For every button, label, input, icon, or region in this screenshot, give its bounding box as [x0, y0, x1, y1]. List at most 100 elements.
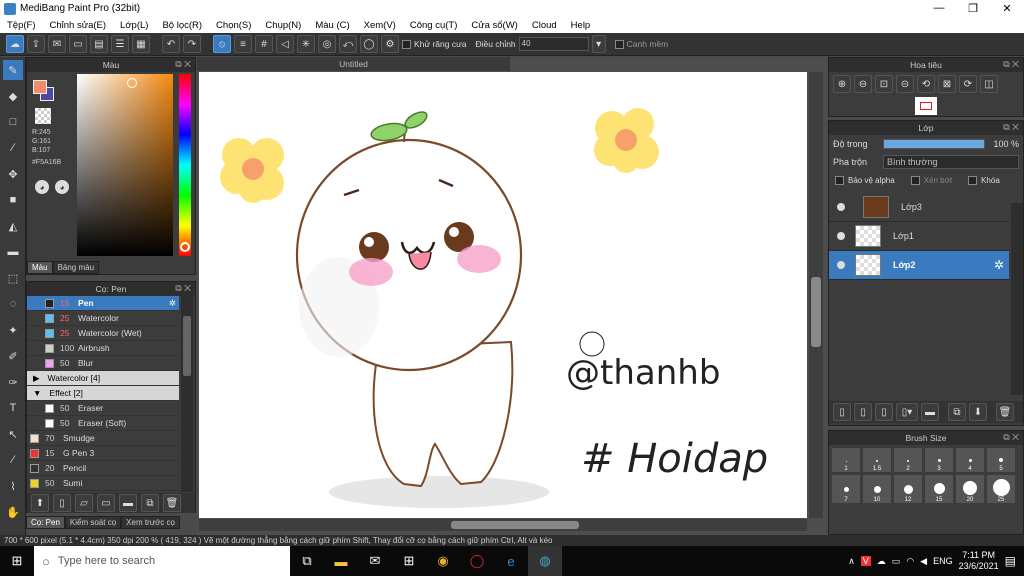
- trash-icon[interactable]: 🗑: [163, 494, 181, 512]
- vivaldi-icon[interactable]: V: [860, 556, 871, 566]
- primary-color-swatch[interactable]: [33, 80, 47, 94]
- layer-scrollbar[interactable]: [1011, 203, 1023, 395]
- rectangle-icon[interactable]: □: [3, 112, 23, 132]
- layer-item-3[interactable]: Lớp3: [829, 193, 1009, 222]
- brush-item-eraser[interactable]: 50 Eraser: [27, 401, 179, 416]
- new-halftone-layer-icon[interactable]: ▯: [875, 403, 893, 421]
- menu-view[interactable]: Xem(V): [357, 20, 403, 31]
- saturation-value-picker[interactable]: [77, 74, 173, 256]
- vanishing-snap-icon[interactable]: ◁: [276, 35, 294, 53]
- layer-item-1[interactable]: Lớp1: [829, 222, 1009, 251]
- brush-icon[interactable]: ✎: [3, 60, 23, 80]
- blend-mode-select[interactable]: Bình thường: [883, 155, 1019, 169]
- menu-layer[interactable]: Lớp(L): [113, 20, 155, 31]
- actual-size-icon[interactable]: ⊝: [896, 75, 914, 93]
- menu-tools[interactable]: Công cụ(T): [403, 20, 465, 31]
- transparent-swatch[interactable]: [35, 108, 51, 124]
- brush-group-effect[interactable]: ▼ Effect [2]: [27, 386, 179, 401]
- hue-slider[interactable]: [179, 74, 191, 256]
- text-icon[interactable]: T: [3, 398, 23, 418]
- comment-icon[interactable]: ▭: [69, 35, 87, 53]
- drawing-canvas[interactable]: @thanhb # Hoidap: [199, 72, 807, 518]
- rotate-right-icon[interactable]: ⟳: [959, 75, 977, 93]
- dot-icon[interactable]: ∕: [3, 138, 23, 158]
- antialias-checkbox[interactable]: [402, 39, 411, 49]
- cloud-icon[interactable]: ☁: [6, 35, 24, 53]
- brush-item-gpen3[interactable]: 15 G Pen 3: [27, 446, 179, 461]
- size-cell-1[interactable]: 1: [832, 448, 860, 472]
- size-cell-2[interactable]: 2: [894, 448, 922, 472]
- settings-icon[interactable]: ⚙: [381, 35, 399, 53]
- close-icon[interactable]: ⧉ ✕: [175, 283, 191, 294]
- brush-add-icon[interactable]: ⬆: [31, 494, 49, 512]
- folder-icon[interactable]: ▬: [921, 403, 939, 421]
- undo-icon[interactable]: ↶: [162, 35, 180, 53]
- magic-wand-icon[interactable]: ✦: [3, 320, 23, 340]
- move-icon[interactable]: ✥: [3, 164, 23, 184]
- palette-add-icon[interactable]: ◕: [55, 180, 69, 194]
- chat-icon[interactable]: ✉: [48, 35, 66, 53]
- size-cell-1-5[interactable]: 1.5: [863, 448, 891, 472]
- folder-icon[interactable]: ▬: [119, 494, 137, 512]
- layer-item-2[interactable]: Lớp2 ✲: [829, 251, 1009, 280]
- close-button[interactable]: ✕: [990, 2, 1024, 15]
- brush-item-watercolor[interactable]: 25 Watercolor: [27, 311, 179, 326]
- eye-icon[interactable]: [837, 232, 845, 240]
- select-eraser-icon[interactable]: ✑: [3, 372, 23, 392]
- size-cell-12[interactable]: 12: [894, 475, 922, 503]
- volume-icon[interactable]: ◀: [920, 556, 927, 567]
- flip-icon[interactable]: ◫: [980, 75, 998, 93]
- size-cell-5[interactable]: 5: [987, 448, 1015, 472]
- edge-icon[interactable]: e: [494, 546, 528, 576]
- menu-file[interactable]: Tệp(F): [0, 20, 43, 31]
- brush-group-watercolor[interactable]: ▶ Watercolor [4]: [27, 371, 179, 386]
- size-cell-20[interactable]: 20: [956, 475, 984, 503]
- horizontal-scrollbar[interactable]: [199, 519, 807, 531]
- network-icon[interactable]: ◠: [906, 556, 914, 567]
- gear-icon[interactable]: ✲: [994, 258, 1004, 272]
- tab-brush-preview[interactable]: Xem trước cọ: [121, 516, 180, 529]
- clock[interactable]: 7:11 PM 23/6/2021: [959, 550, 999, 572]
- eye-icon[interactable]: [837, 261, 845, 269]
- size-cell-4[interactable]: 4: [956, 448, 984, 472]
- menu-select[interactable]: Chọn(S): [209, 20, 258, 31]
- page-icon[interactable]: ▤: [90, 35, 108, 53]
- battery-icon[interactable]: ▭: [892, 556, 901, 567]
- gradient-icon[interactable]: ▬: [3, 242, 23, 262]
- brush-item-pen[interactable]: 15 Pen ✲: [27, 296, 179, 311]
- brush-item-smudge[interactable]: 70 Smudge: [27, 431, 179, 446]
- cloud-sync-icon[interactable]: ☁: [877, 556, 886, 567]
- menu-help[interactable]: Help: [564, 20, 598, 31]
- bucket-icon[interactable]: ◭: [3, 216, 23, 236]
- medibang-icon[interactable]: ◍: [528, 546, 562, 576]
- size-cell-25[interactable]: 25: [987, 475, 1015, 503]
- vertical-scrollbar[interactable]: [809, 72, 823, 518]
- palette-icon[interactable]: ◕: [35, 180, 49, 194]
- eye-icon[interactable]: [837, 203, 845, 211]
- menu-cloud[interactable]: Cloud: [525, 20, 564, 31]
- merge-icon[interactable]: ⬇: [969, 403, 987, 421]
- brush-settings-icon[interactable]: ▱: [75, 494, 93, 512]
- brush-item-blur[interactable]: 50 Blur: [27, 356, 179, 371]
- eyedropper-icon[interactable]: ⌇: [3, 476, 23, 496]
- circle-snap-icon[interactable]: ◎: [318, 35, 336, 53]
- notification-icon[interactable]: ▤: [1005, 554, 1016, 568]
- new-brush-icon[interactable]: ▯: [53, 494, 71, 512]
- duplicate-icon[interactable]: ⧉: [948, 403, 966, 421]
- brush-image-icon[interactable]: ▭: [97, 494, 115, 512]
- snap-off-icon[interactable]: ⦸: [213, 35, 231, 53]
- windows-start-icon[interactable]: ⊞: [0, 546, 34, 576]
- tab-brush-control[interactable]: Kiểm soát cọ: [64, 516, 122, 529]
- minimize-button[interactable]: —: [922, 2, 956, 15]
- add-layer-menu-icon[interactable]: ▯▾: [896, 403, 918, 421]
- brush-item-eraser-soft[interactable]: 50 Eraser (Soft): [27, 416, 179, 431]
- smooth-checkbox[interactable]: [614, 39, 624, 49]
- tab-palette[interactable]: Bảng màu: [52, 261, 100, 274]
- lasso-icon[interactable]: ◌: [3, 294, 23, 314]
- close-icon[interactable]: ⧉ ✕: [1003, 432, 1019, 443]
- clip-checkbox[interactable]: [910, 175, 920, 185]
- rotate-left-icon[interactable]: ⟲: [917, 75, 935, 93]
- size-cell-10[interactable]: 10: [863, 475, 891, 503]
- pages-icon[interactable]: ▦: [132, 35, 150, 53]
- menu-color[interactable]: Màu (C): [308, 20, 356, 31]
